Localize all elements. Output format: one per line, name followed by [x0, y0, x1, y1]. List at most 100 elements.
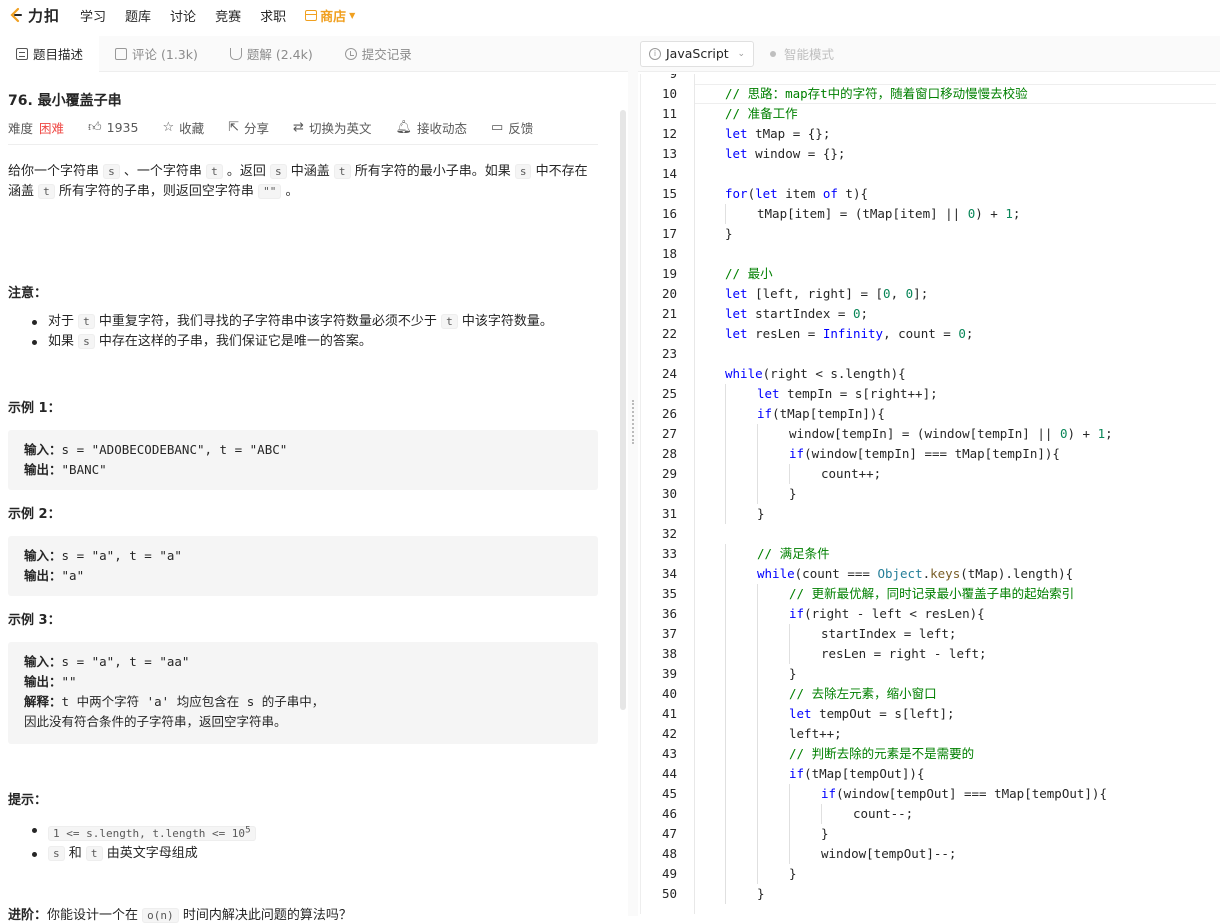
indent-guide: [789, 784, 790, 804]
code-line: }: [789, 666, 797, 681]
line-number: 29: [661, 466, 677, 481]
language-select[interactable]: i JavaScript ⌄: [640, 40, 754, 67]
feedback-button[interactable]: ▭ 反馈: [491, 118, 533, 137]
nav-item-jobs[interactable]: 求职: [260, 6, 286, 25]
line-number: 39: [661, 666, 677, 681]
desc-text: 。: [285, 184, 299, 199]
line-number: 37: [661, 626, 677, 641]
indent-guide: [725, 384, 726, 404]
chevron-down-icon: ⌄: [737, 48, 745, 59]
nav-item-discuss[interactable]: 讨论: [170, 6, 196, 25]
translate-icon: ⇄: [293, 120, 304, 135]
favorite-button[interactable]: ☆ 收藏: [162, 118, 204, 137]
indent-guide: [725, 504, 726, 524]
list-item: 对于 t 中重复字符，我们寻找的子字符串中该字符数量必须不少于 t 中该字符数量…: [32, 312, 553, 332]
indent-guide: [789, 824, 790, 844]
code-line: let startIndex = 0;: [725, 306, 868, 321]
description-icon: [16, 47, 28, 60]
indent-guide: [725, 664, 726, 684]
star-icon: ☆: [162, 120, 175, 135]
line-number: 11: [661, 106, 677, 121]
code-line: for(let item of t){: [725, 186, 869, 201]
indent-guide: [757, 664, 758, 684]
output-label: 输出：: [24, 568, 62, 583]
example-explain-line: 解释：t 中两个字符 'a' 均应包含在 s 的子串中，: [24, 692, 582, 712]
tab-submissions[interactable]: 提交记录: [329, 36, 428, 72]
smart-mode-dot-icon: [770, 50, 776, 57]
code-line: window[tempIn] = (window[tempIn] || 0) +…: [789, 426, 1113, 441]
indent-guide: [725, 484, 726, 504]
line-number: 15: [661, 186, 677, 201]
difficulty-label: 难度: [8, 121, 34, 136]
indent-guide: [821, 804, 822, 824]
explain-label: 解释：: [24, 694, 62, 709]
note-text: 中存在这样的子串，我们保证它是唯一的答案。: [98, 334, 372, 349]
tab-description[interactable]: 题目描述: [0, 35, 100, 72]
inline-code: s: [103, 164, 120, 179]
line-number: 44: [661, 766, 677, 781]
inline-code: t: [38, 184, 55, 199]
description-scrollbar[interactable]: [620, 110, 626, 710]
logo-text: 力扣: [28, 6, 61, 25]
line-number: 18: [661, 246, 677, 261]
output-label: 输出：: [24, 674, 62, 689]
tab-comments[interactable]: 评论 (1.3k): [99, 36, 214, 72]
switch-english-button[interactable]: ⇄ 切换为英文: [293, 118, 371, 137]
desc-text: 。返回: [226, 164, 266, 179]
feedback-icon: ▭: [490, 120, 504, 135]
problem-pane: 题目描述 评论 (1.3k) 题解 (2.4k) 提交记录 76. 最小覆盖子串…: [0, 35, 628, 923]
nav-item-learn[interactable]: 学习: [80, 6, 106, 25]
nav-store-label: 商店: [320, 9, 347, 25]
editor-scrollbar[interactable]: [1216, 74, 1220, 914]
share-label: 分享: [244, 121, 270, 136]
code-editor[interactable]: 9 10 // 思路：map存t中的字符，随着窗口移动慢慢去校验 11 // 准备工作…: [640, 74, 1220, 914]
line-number: 47: [661, 826, 677, 841]
nav-item-store[interactable]: 商店 ▼: [305, 6, 355, 25]
nav-item-contest[interactable]: 竞赛: [215, 6, 241, 25]
inline-code: t: [333, 164, 351, 179]
code-line: // 满足条件: [757, 546, 830, 561]
like-button[interactable]: 👍︎ 1935: [88, 120, 138, 135]
indent-guide: [725, 864, 726, 884]
indent-guide: [757, 784, 758, 804]
example-1-box: 输入：s = "ADOBECODEBANC", t = "ABC" 输出："BA…: [8, 430, 598, 490]
list-item: 如果 s 中存在这样的子串，我们保证它是唯一的答案。: [32, 332, 553, 352]
indent-guide: [725, 444, 726, 464]
note-heading: 注意：: [8, 286, 48, 301]
note-text: 如果: [48, 334, 75, 349]
example-explain-line: 因此没有符合条件的子字符串，返回空字符串。: [24, 712, 582, 732]
share-icon: ⇱: [228, 120, 240, 135]
share-button[interactable]: ⇱ 分享: [228, 118, 269, 137]
list-item: s 和 t 由英文字母组成: [32, 844, 256, 864]
tab-solutions[interactable]: 题解 (2.4k): [214, 36, 329, 72]
subscribe-button[interactable]: 🔔︎ 接收动态: [395, 118, 467, 137]
indent-guide: [757, 484, 758, 504]
code-line: let [left, right] = [0, 0];: [725, 286, 929, 301]
line-number: 32: [661, 526, 677, 541]
clock-icon: [344, 47, 357, 60]
pane-splitter[interactable]: [628, 36, 638, 916]
line-number: 43: [661, 746, 677, 761]
indent-guide: [725, 424, 726, 444]
tip-text: 和: [68, 845, 82, 861]
tips-list: 1 <= s.length, t.length <= 105 s 和 t 由英文…: [32, 820, 256, 864]
indent-guide: [757, 704, 758, 724]
indent-guide: [725, 564, 726, 584]
code-line: // 最小: [725, 266, 773, 281]
note-list: 对于 t 中重复字符，我们寻找的子字符串中该字符数量必须不少于 t 中该字符数量…: [32, 312, 553, 352]
store-icon: [305, 9, 318, 21]
line-number: 41: [661, 706, 677, 721]
line-number: 16: [661, 206, 677, 221]
thumbs-up-icon: 👍︎: [88, 120, 102, 135]
logo[interactable]: 力扣: [8, 5, 60, 26]
line-number: 24: [661, 366, 677, 381]
example-input-line: 输入：s = "a", t = "aa": [24, 652, 582, 672]
info-icon: i: [649, 47, 661, 60]
indent-guide: [725, 724, 726, 744]
indent-guide: [757, 444, 758, 464]
line-number: 10: [661, 86, 677, 101]
output-label: 输出：: [24, 462, 62, 477]
smart-mode-toggle[interactable]: 智能模式: [770, 44, 834, 63]
nav-item-problems[interactable]: 题库: [125, 6, 151, 25]
line-number: 9: [641, 74, 677, 84]
